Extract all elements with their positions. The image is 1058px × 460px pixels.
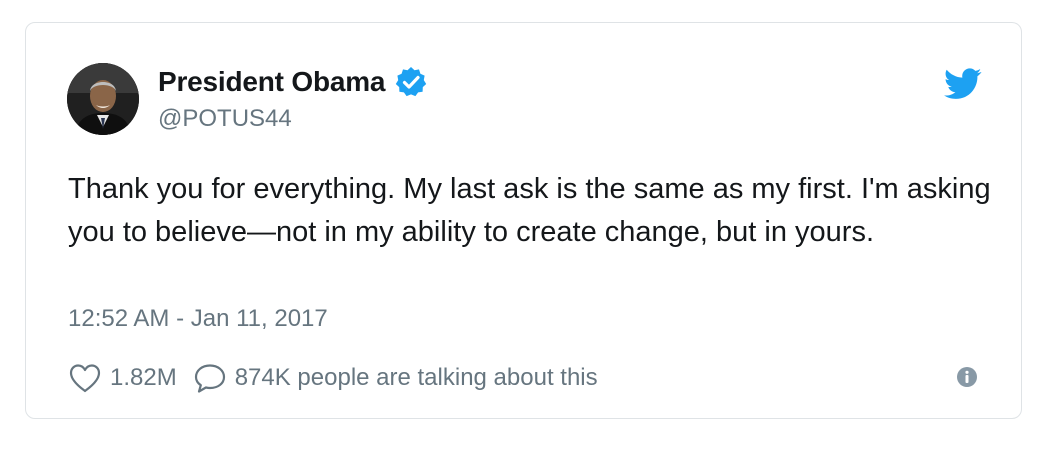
twitter-bird-icon[interactable] [944,68,982,100]
author-handle[interactable]: @POTUS44 [158,105,292,133]
tweet-timestamp[interactable]: 12:52 AM - Jan 11, 2017 [68,305,328,333]
tweet-text: Thank you for everything. My last ask is… [68,173,991,248]
heart-icon [68,362,102,394]
talking-count: 874K people are talking about this [234,364,598,391]
author-name-row: President Obama [158,63,427,101]
tweet-card[interactable]: President Obama @POTUS44 Thank you for e… [25,22,1022,419]
reply-button[interactable]: 874K people are talking about this [193,362,598,394]
speech-bubble-icon [193,362,227,394]
like-button[interactable]: 1.82M [68,362,193,394]
author-display-name[interactable]: President Obama [158,66,386,98]
like-count: 1.82M [110,364,177,391]
tweet-actions: 1.82M 874K people are talking about this [68,359,598,397]
verified-badge-icon [395,66,427,98]
avatar[interactable] [67,63,139,135]
info-icon[interactable] [956,366,978,388]
